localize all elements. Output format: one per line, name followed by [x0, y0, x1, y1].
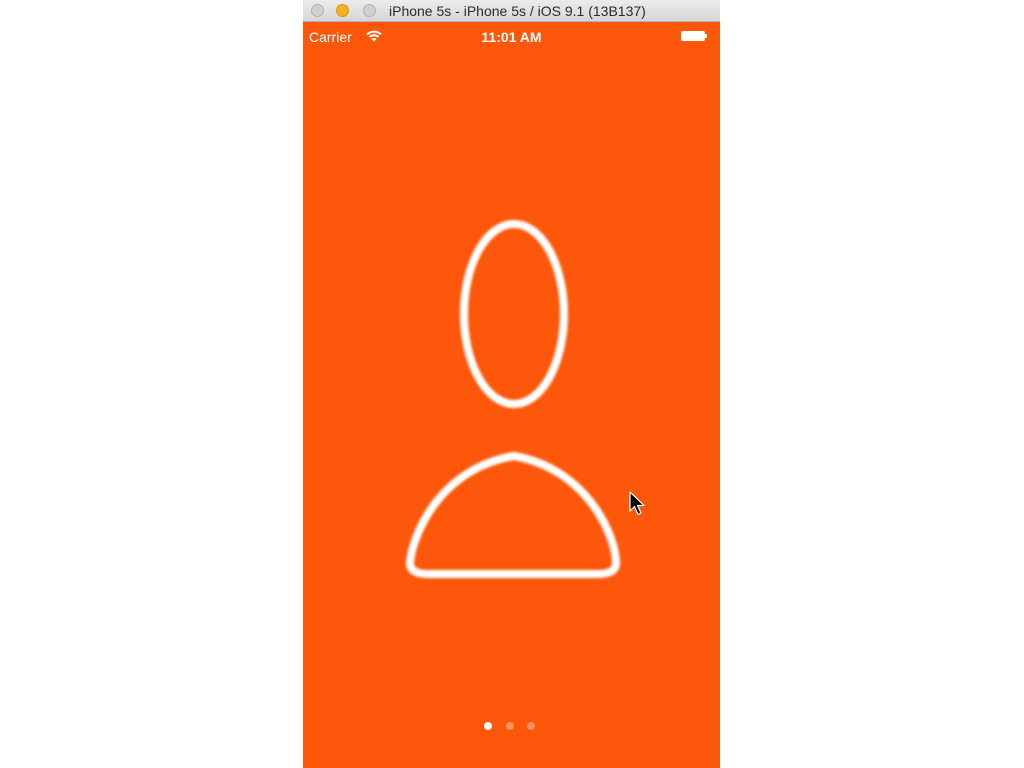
mouse-pointer-icon [629, 491, 645, 516]
window-titlebar[interactable]: iPhone 5s - iPhone 5s / iOS 9.1 (13B137) [303, 0, 720, 22]
zoom-window-button[interactable] [363, 4, 376, 17]
page-dot-3[interactable] [527, 722, 535, 730]
device-screen[interactable]: Carrier 11:01 AM [303, 22, 720, 768]
page-dot-2[interactable] [506, 722, 514, 730]
battery-full-icon [681, 31, 707, 41]
simulator-window: iPhone 5s - iPhone 5s / iOS 9.1 (13B137)… [303, 0, 720, 768]
status-time: 11:01 AM [481, 29, 542, 45]
status-bar: Carrier 11:01 AM [303, 22, 720, 45]
minimize-window-button[interactable] [336, 4, 349, 17]
page-control[interactable] [481, 722, 541, 732]
page-dot-1[interactable] [484, 722, 492, 730]
window-title: iPhone 5s - iPhone 5s / iOS 9.1 (13B137) [389, 3, 646, 19]
close-window-button[interactable] [311, 4, 324, 17]
user-outline-icon [405, 220, 621, 578]
